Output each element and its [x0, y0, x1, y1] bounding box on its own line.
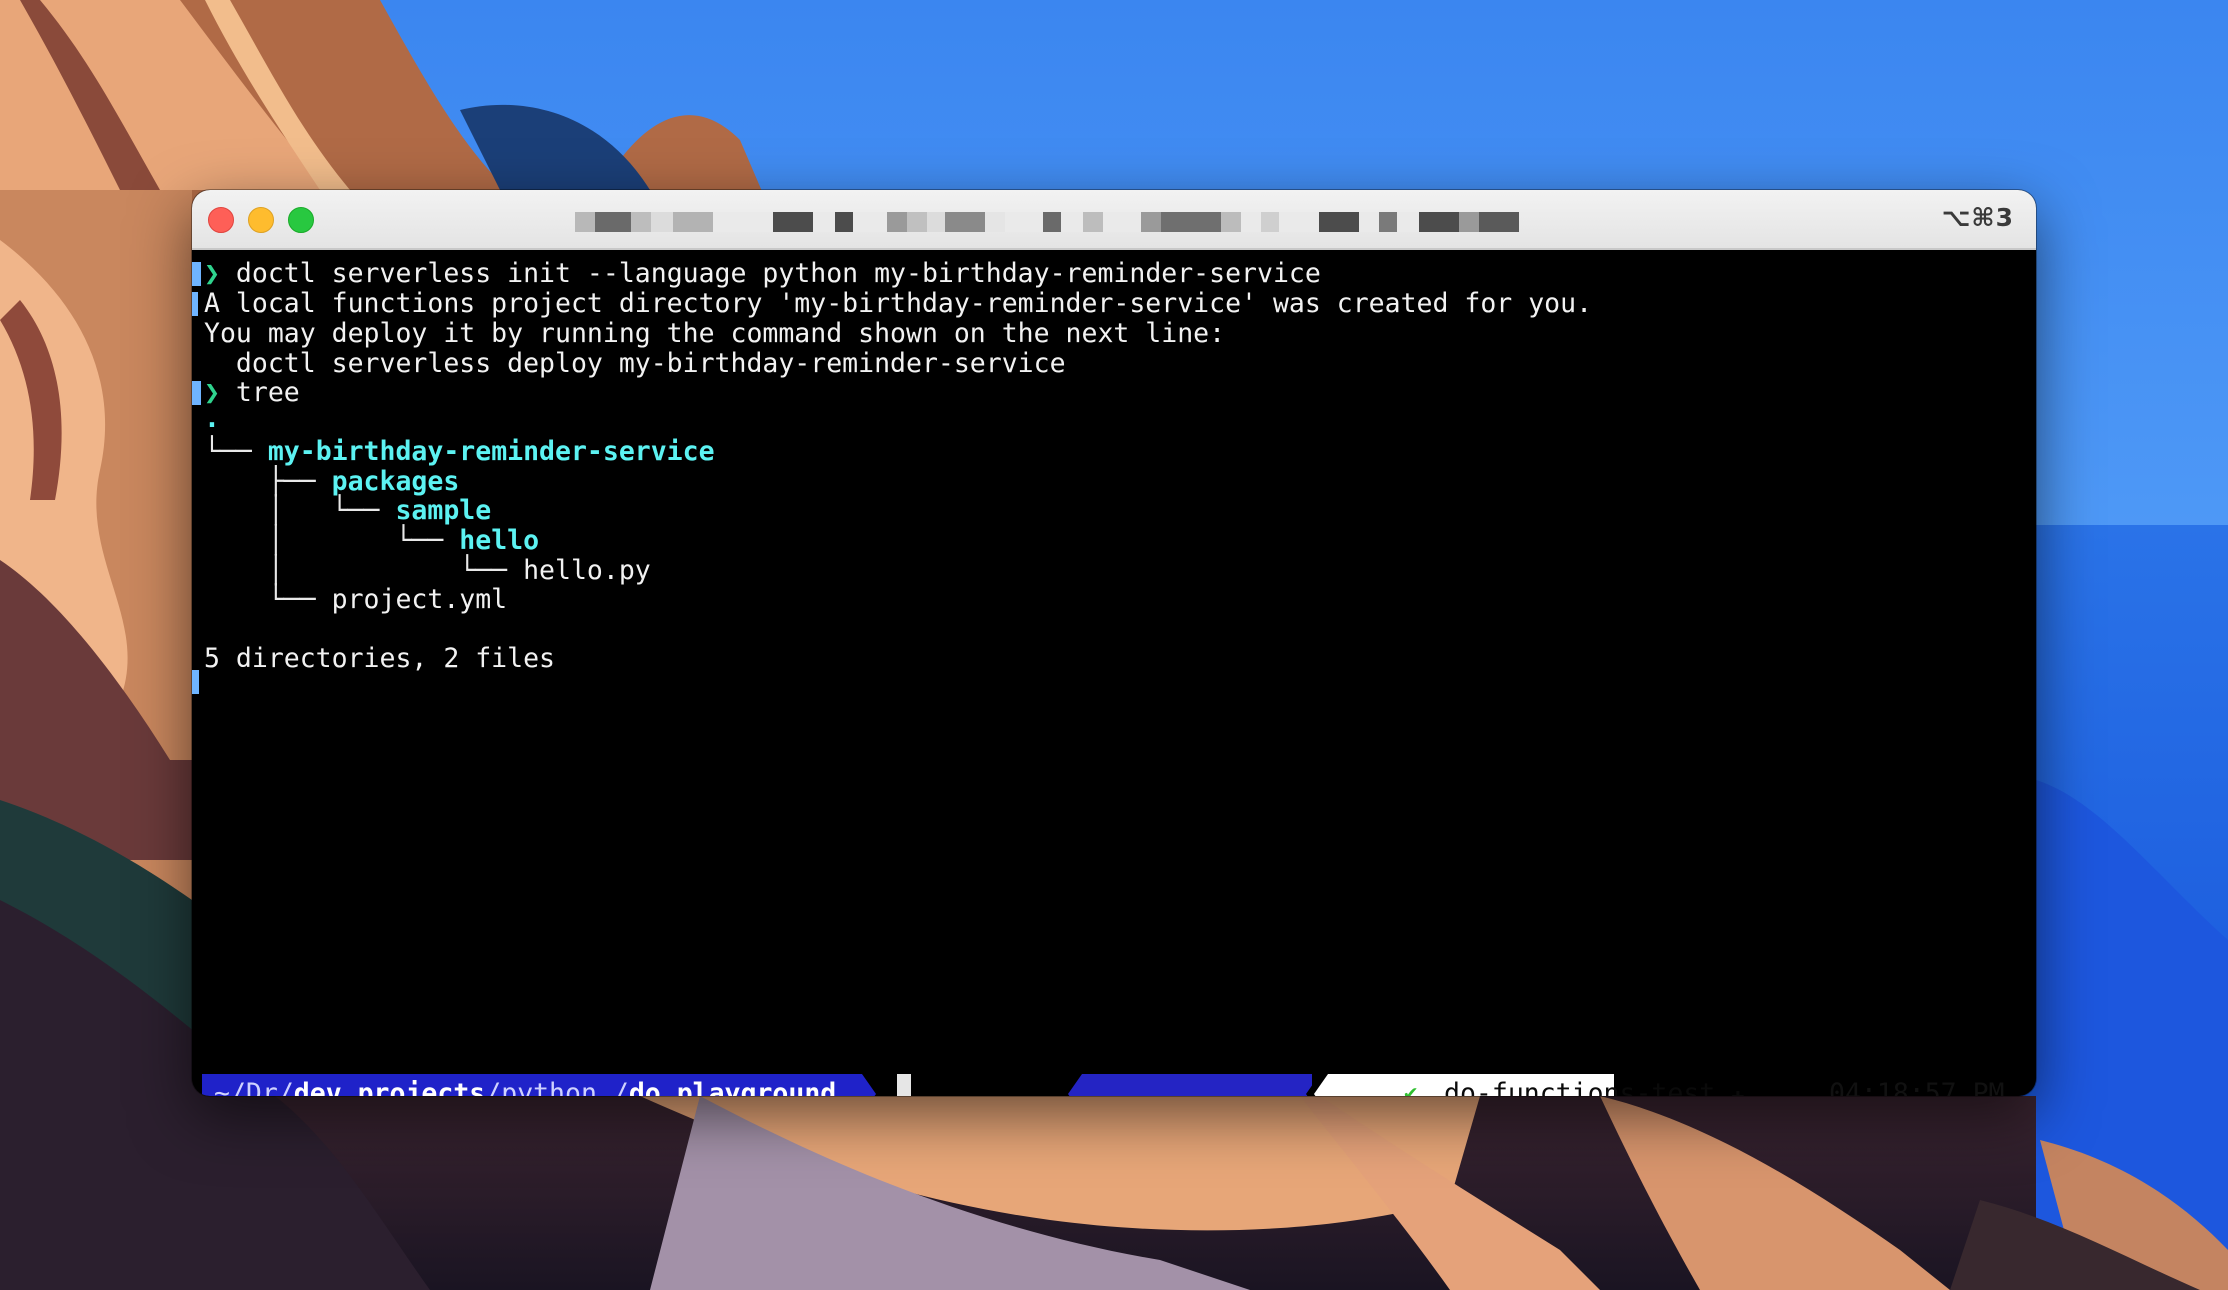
prompt-text-layer: ~/Dr/dev_projects/python_/do_playground … [202, 1074, 2032, 1096]
tree-summary: 5 directories, 2 files [204, 643, 555, 674]
cwd-path[interactable]: ~/Dr/dev_projects/python_/do_playground [214, 1074, 836, 1096]
plus-icon: ✚ [1731, 1083, 1745, 1096]
prompt-marker [192, 292, 198, 316]
prompt-marker [192, 670, 199, 694]
clock-time: 04:18:57 PM [1829, 1078, 2005, 1096]
prompt-marker [192, 262, 201, 286]
output-line: doctl serverless deploy my-birthday-remi… [204, 348, 1066, 379]
command-text: tree [235, 377, 300, 408]
context-label: do-functions-test ✚ [1444, 1074, 1744, 1096]
terminal-window[interactable]: ⌥⌘3 ❯ doctl serverless init --language p… [192, 190, 2036, 1096]
prompt-marker [192, 381, 201, 405]
tree-node: └── project.yml [204, 584, 508, 615]
close-button[interactable] [208, 207, 234, 233]
success-check-icon: ✔ [1404, 1081, 1418, 1096]
minimize-button[interactable] [248, 207, 274, 233]
window-shortcut-label: ⌥⌘3 [1941, 203, 2014, 232]
window-title-redacted [575, 212, 1519, 232]
terminal-content[interactable]: ❯ doctl serverless init --language pytho… [192, 250, 2036, 1096]
title-bar[interactable]: ⌥⌘3 [192, 190, 2036, 250]
zoom-button[interactable] [288, 207, 314, 233]
